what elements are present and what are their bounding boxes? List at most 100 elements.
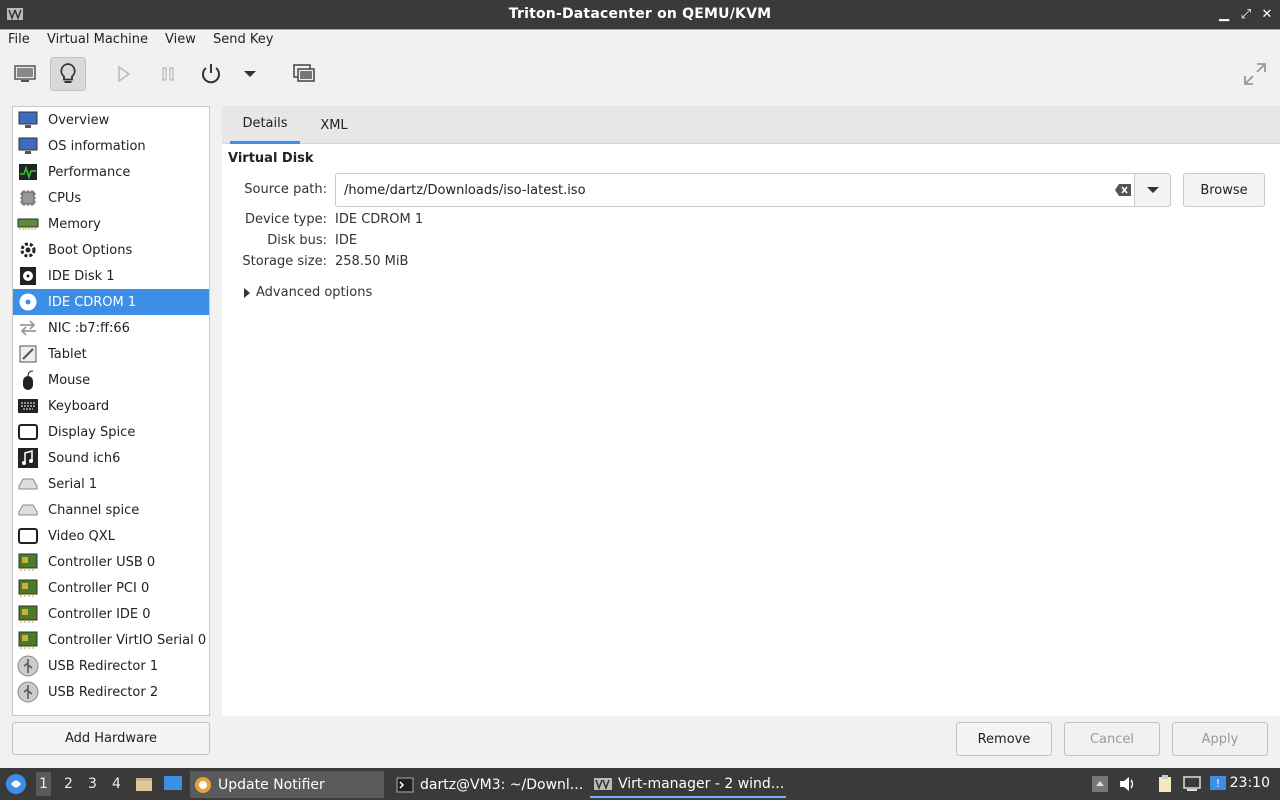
device-type-label: Device type: bbox=[244, 212, 327, 227]
details-panel: Details XML Virtual Disk Source path: Br… bbox=[222, 106, 1280, 716]
sidebar-item-os-information[interactable]: OS information bbox=[13, 133, 209, 159]
task-update-notifier[interactable]: Update Notifier bbox=[190, 771, 384, 798]
keyboard-icon bbox=[17, 395, 39, 417]
sidebar-item-controller-pci-0[interactable]: Controller PCI 0 bbox=[13, 575, 209, 601]
channel-icon bbox=[17, 499, 39, 521]
sidebar-item-label: Controller VirtIO Serial 0 bbox=[48, 632, 207, 648]
power-menu-button[interactable] bbox=[232, 57, 268, 91]
run-button[interactable] bbox=[106, 57, 142, 91]
menu-virtual-machine[interactable]: Virtual Machine bbox=[47, 32, 148, 47]
pause-icon bbox=[162, 67, 174, 81]
display-icon bbox=[17, 421, 39, 443]
cpu-chip-icon bbox=[17, 187, 39, 209]
fullscreen-button[interactable] bbox=[1237, 57, 1273, 91]
monitor-icon bbox=[17, 135, 39, 157]
controller-card-icon bbox=[17, 551, 39, 573]
sidebar-item-label: Controller USB 0 bbox=[48, 554, 156, 570]
clipboard-icon[interactable] bbox=[1155, 774, 1175, 794]
sidebar-item-ide-disk-1[interactable]: IDE Disk 1 bbox=[13, 263, 209, 289]
sidebar-item-overview[interactable]: Overview bbox=[13, 107, 209, 133]
sidebar-item-boot-options[interactable]: Boot Options bbox=[13, 237, 209, 263]
start-menu-icon[interactable] bbox=[5, 773, 27, 795]
sidebar-item-label: Overview bbox=[48, 112, 110, 128]
workspace-4[interactable]: 4 bbox=[112, 776, 121, 792]
power-icon bbox=[202, 64, 220, 84]
add-hardware-button[interactable]: Add Hardware bbox=[12, 722, 210, 755]
sidebar-item-label: Display Spice bbox=[48, 424, 136, 440]
power-menu-chevron-icon bbox=[244, 71, 256, 77]
volume-icon[interactable] bbox=[1117, 774, 1137, 794]
notification-icon[interactable]: ! bbox=[1208, 774, 1228, 794]
sidebar-item-label: Controller PCI 0 bbox=[48, 580, 150, 596]
sidebar-item-label: Channel spice bbox=[48, 502, 140, 518]
network-icon[interactable] bbox=[1182, 774, 1202, 794]
clear-text-icon[interactable] bbox=[1114, 183, 1132, 197]
sidebar-item-usb-redirector-1[interactable]: USB Redirector 1 bbox=[13, 653, 209, 679]
source-path-input[interactable] bbox=[335, 173, 1135, 207]
workspace-3[interactable]: 3 bbox=[88, 776, 97, 792]
taskbar: 1 2 3 4 Update Notifier dartz@VM3: ~/Dow… bbox=[0, 768, 1280, 800]
sidebar-item-channel-spice[interactable]: Channel spice bbox=[13, 497, 209, 523]
sidebar-item-tablet[interactable]: Tablet bbox=[13, 341, 209, 367]
pause-button[interactable] bbox=[150, 57, 186, 91]
sidebar-item-ide-cdrom-1[interactable]: IDE CDROM 1 bbox=[13, 289, 209, 315]
sidebar-item-controller-usb-0[interactable]: Controller USB 0 bbox=[13, 549, 209, 575]
menu-view[interactable]: View bbox=[165, 32, 196, 47]
task-terminal[interactable]: dartz@VM3: ~/Downl... bbox=[392, 771, 586, 798]
tablet-icon bbox=[17, 343, 39, 365]
cancel-button[interactable]: Cancel bbox=[1064, 722, 1160, 756]
toolbar bbox=[0, 52, 1280, 98]
workspace-2[interactable]: 2 bbox=[64, 776, 73, 792]
storage-size-value: 258.50 MiB bbox=[335, 254, 409, 269]
tab-xml[interactable]: XML bbox=[308, 106, 360, 144]
window-titlebar[interactable]: Triton-Datacenter on QEMU/KVM ▁ ⤢ ✕ bbox=[0, 0, 1280, 30]
sidebar-item-label: Mouse bbox=[48, 372, 91, 388]
task-label: dartz@VM3: ~/Downl... bbox=[420, 776, 584, 793]
workspace-1[interactable]: 1 bbox=[36, 772, 51, 796]
close-button[interactable]: ✕ bbox=[1258, 6, 1276, 24]
apply-button[interactable]: Apply bbox=[1172, 722, 1268, 756]
sidebar-item-keyboard[interactable]: Keyboard bbox=[13, 393, 209, 419]
sidebar-item-label: Video QXL bbox=[48, 528, 115, 544]
sidebar-item-video-qxl[interactable]: Video QXL bbox=[13, 523, 209, 549]
sidebar-item-label: Controller IDE 0 bbox=[48, 606, 151, 622]
tab-details[interactable]: Details bbox=[230, 106, 300, 144]
sidebar-item-sound-ich6[interactable]: Sound ich6 bbox=[13, 445, 209, 471]
gear-icon bbox=[17, 239, 39, 261]
tray-arrow-icon[interactable] bbox=[1090, 774, 1110, 794]
hardware-list: Overview OS information Performance CPUs Mem… bbox=[12, 106, 210, 716]
file-manager-icon[interactable] bbox=[135, 775, 153, 793]
network-arrows-icon bbox=[17, 317, 39, 339]
sidebar-item-performance[interactable]: Performance bbox=[13, 159, 209, 185]
show-desktop-icon[interactable] bbox=[163, 775, 183, 793]
browse-button[interactable]: Browse bbox=[1183, 173, 1265, 207]
console-icon bbox=[14, 65, 36, 82]
sidebar-item-mouse[interactable]: Mouse bbox=[13, 367, 209, 393]
details-lightbulb-icon bbox=[60, 63, 76, 83]
sidebar-item-controller-virtio-serial-0[interactable]: Controller VirtIO Serial 0 bbox=[13, 627, 209, 653]
sidebar-item-cpus[interactable]: CPUs bbox=[13, 185, 209, 211]
remove-button[interactable]: Remove bbox=[956, 722, 1052, 756]
sidebar-item-serial-1[interactable]: Serial 1 bbox=[13, 471, 209, 497]
menu-file[interactable]: File bbox=[8, 32, 30, 47]
sidebar-item-nic-b7-ff-66[interactable]: NIC :b7:ff:66 bbox=[13, 315, 209, 341]
minimize-button[interactable]: ▁ bbox=[1215, 6, 1233, 24]
console-button[interactable] bbox=[7, 57, 43, 91]
advanced-options-expander[interactable]: Advanced options bbox=[244, 285, 372, 300]
sidebar-item-label: Memory bbox=[48, 216, 101, 232]
shutdown-button[interactable] bbox=[193, 57, 229, 91]
sidebar-item-label: Boot Options bbox=[48, 242, 133, 258]
device-type-value: IDE CDROM 1 bbox=[335, 212, 424, 227]
sidebar-item-usb-redirector-2[interactable]: USB Redirector 2 bbox=[13, 679, 209, 705]
sidebar-item-display-spice[interactable]: Display Spice bbox=[13, 419, 209, 445]
snapshots-icon bbox=[293, 64, 315, 82]
source-path-dropdown[interactable] bbox=[1135, 173, 1171, 207]
sidebar-item-controller-ide-0[interactable]: Controller IDE 0 bbox=[13, 601, 209, 627]
details-button[interactable] bbox=[50, 57, 86, 91]
sidebar-item-memory[interactable]: Memory bbox=[13, 211, 209, 237]
clock[interactable]: 23:10 bbox=[1230, 775, 1270, 791]
menu-send-key[interactable]: Send Key bbox=[213, 32, 273, 47]
maximize-button[interactable]: ⤢ bbox=[1237, 6, 1255, 24]
task-virt-manager[interactable]: Virt-manager - 2 wind... bbox=[590, 771, 786, 798]
snapshots-button[interactable] bbox=[286, 57, 322, 91]
